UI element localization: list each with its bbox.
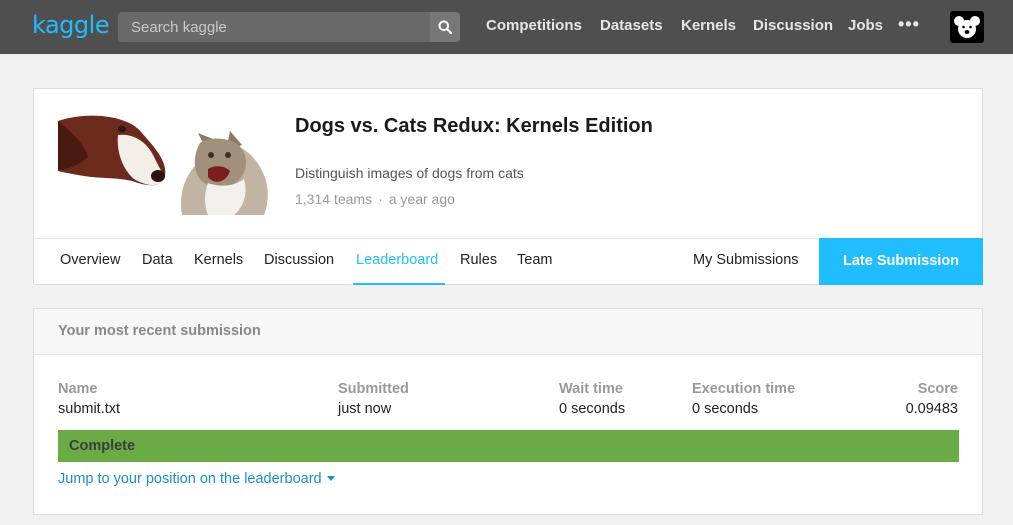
- dog-and-cat-illustration: [58, 115, 268, 215]
- search-input[interactable]: [118, 12, 430, 42]
- submission-submitted: just now: [338, 401, 392, 417]
- column-header-name: Name: [58, 381, 98, 397]
- kaggle-logo[interactable]: kaggle: [32, 11, 110, 39]
- submission-score: 0.09483: [905, 401, 958, 417]
- tab-rules[interactable]: Rules: [460, 252, 497, 268]
- jump-to-leaderboard-link[interactable]: Jump to your position on the leaderboard: [58, 471, 335, 487]
- caret-down-icon: [326, 476, 335, 481]
- jump-link-label: Jump to your position on the leaderboard: [58, 471, 322, 487]
- competition-header-card: Dogs vs. Cats Redux: Kernels Edition Dis…: [33, 88, 983, 285]
- koala-avatar-icon: [954, 16, 980, 38]
- competition-meta: 1,314 teams · a year ago: [295, 191, 455, 207]
- competition-description: Distinguish images of dogs from cats: [295, 165, 524, 181]
- late-submission-button[interactable]: Late Submission: [819, 238, 983, 285]
- nav-discussion[interactable]: Discussion: [753, 17, 833, 34]
- team-count: 1,314 teams: [295, 191, 373, 207]
- nav-jobs[interactable]: Jobs: [848, 17, 883, 34]
- submission-status-bar: Complete: [58, 430, 959, 462]
- search-icon: [438, 20, 452, 34]
- nav-kernels[interactable]: Kernels: [681, 17, 736, 34]
- submission-wait-time: 0 seconds: [559, 401, 626, 417]
- submission-execution-time: 0 seconds: [692, 401, 759, 417]
- meta-separator: ·: [378, 191, 383, 207]
- column-header-wait-time: Wait time: [559, 381, 623, 397]
- competition-tabs: Overview Data Kernels Discussion Leaderb…: [34, 238, 983, 285]
- tab-kernels[interactable]: Kernels: [194, 252, 243, 268]
- competition-age: a year ago: [388, 191, 455, 207]
- more-menu-icon[interactable]: •••: [898, 14, 920, 35]
- search-button[interactable]: [430, 12, 460, 42]
- top-nav: kaggle Competitions Datasets Kernels Dis…: [0, 0, 1013, 54]
- search-box: [118, 12, 460, 42]
- competition-title: Dogs vs. Cats Redux: Kernels Edition: [295, 115, 653, 137]
- competition-image: [58, 113, 270, 215]
- tab-leaderboard[interactable]: Leaderboard: [356, 252, 438, 268]
- recent-submission-card: Your most recent submission Name submit.…: [33, 308, 983, 515]
- tab-discussion[interactable]: Discussion: [264, 252, 334, 268]
- active-tab-indicator: [353, 283, 445, 285]
- avatar[interactable]: [950, 11, 984, 43]
- nav-datasets[interactable]: Datasets: [600, 17, 663, 34]
- column-header-submitted: Submitted: [338, 381, 409, 397]
- my-submissions-link[interactable]: My Submissions: [693, 252, 799, 268]
- submission-status: Complete: [69, 438, 136, 454]
- column-header-execution-time: Execution time: [692, 381, 796, 397]
- tab-data[interactable]: Data: [142, 252, 173, 268]
- submission-card-title: Your most recent submission: [58, 323, 261, 339]
- tab-team[interactable]: Team: [517, 252, 552, 268]
- column-header-score: Score: [917, 381, 958, 397]
- submission-name: submit.txt: [58, 401, 121, 417]
- submission-card-header: Your most recent submission: [34, 309, 982, 355]
- nav-competitions[interactable]: Competitions: [486, 17, 582, 34]
- tab-overview[interactable]: Overview: [60, 252, 120, 268]
